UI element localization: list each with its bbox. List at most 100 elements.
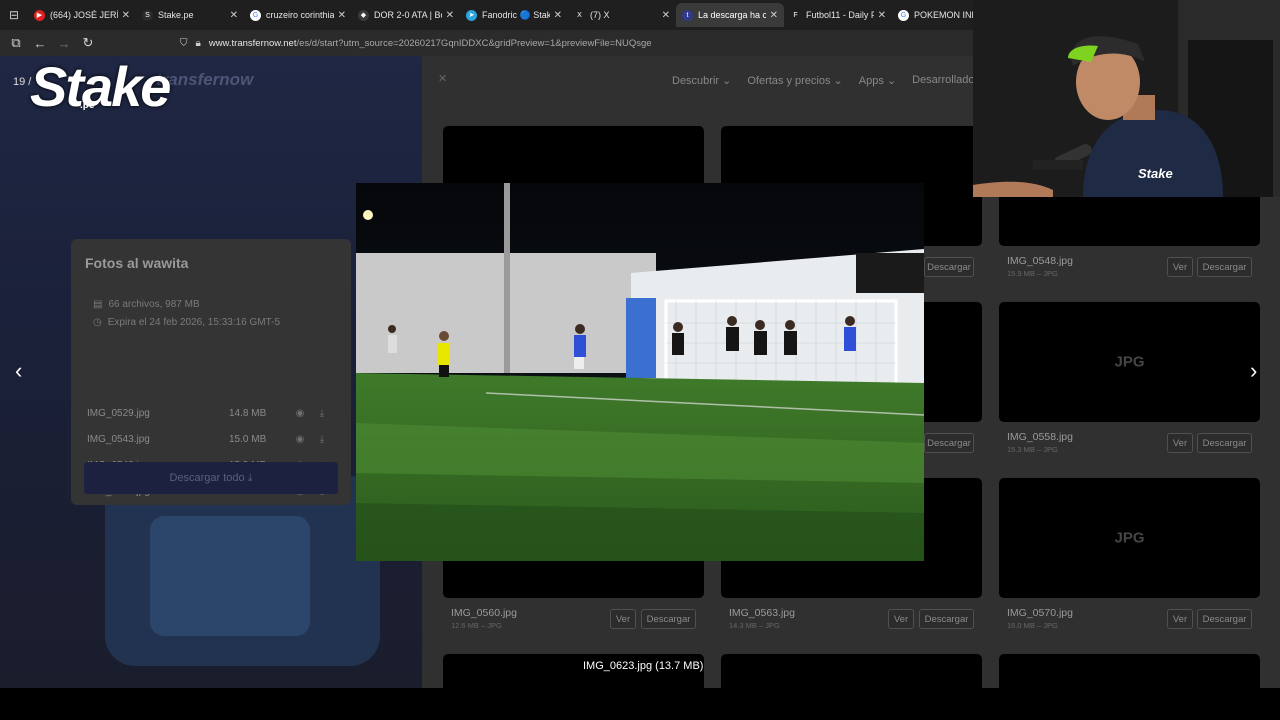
grid-file-meta: 15.3 MB – JPG (1007, 445, 1058, 454)
tab-close-icon[interactable]: ✕ (446, 10, 454, 21)
tab-close-icon[interactable]: ✕ (122, 10, 130, 21)
browser-tab[interactable]: ➤ Fanodric 🔵 Stak ✕ (460, 3, 568, 27)
grid-file-meta: 16.0 MB – JPG (1007, 621, 1058, 630)
view-button[interactable]: Ver (888, 609, 914, 629)
download-icon[interactable]: ⤓ (311, 408, 333, 419)
thumbnail[interactable]: JPG (999, 478, 1260, 598)
preview-eye-icon[interactable]: ◉ (289, 434, 311, 445)
url-field[interactable]: ⛉ 🔒︎ www.transfernow.net /es/d/start?utm… (180, 34, 652, 52)
forward-icon[interactable]: → (52, 36, 76, 51)
browser-tab[interactable]: X (7) X ✕ (568, 3, 676, 27)
grid-file-meta: 12.6 MB – JPG (451, 621, 502, 630)
download-button[interactable]: Descargar (1197, 609, 1252, 629)
view-button[interactable]: Ver (1167, 433, 1193, 453)
download-button[interactable]: Descargar (919, 609, 974, 629)
tab-favicon-icon: ➤ (466, 9, 477, 21)
bottom-bar (0, 688, 1280, 720)
tab-close-icon[interactable]: ✕ (338, 10, 346, 21)
tab-search-icon[interactable]: ⊟ (0, 0, 28, 30)
download-button[interactable]: Descargar (1197, 257, 1252, 277)
expiry: ◷ Expira el 24 feb 2026, 15:33:16 GMT-5 (93, 317, 280, 328)
expiry-text: Expira el 24 feb 2026, 15:33:16 GMT-5 (107, 317, 281, 328)
view-button[interactable]: Ver (1167, 609, 1193, 629)
thumbnail[interactable] (721, 654, 982, 688)
tab-close-icon[interactable]: ✕ (554, 10, 562, 21)
image-counter: 19 / (13, 76, 32, 88)
shield-icon[interactable]: ⛉ (180, 38, 188, 49)
download-button[interactable]: Descargar (641, 609, 696, 629)
brand-logo[interactable]: transfernow (156, 70, 253, 90)
browser-tab[interactable]: ▶ (664) JOSÉ JERÍ YA T ✕ (28, 3, 136, 27)
tab-close-icon[interactable]: ✕ (770, 10, 778, 21)
tab-close-icon[interactable]: ✕ (662, 10, 670, 21)
file-name: IMG_0543.jpg (87, 433, 150, 445)
download-icon[interactable]: ⤓ (311, 434, 333, 445)
grid-file-name: IMG_0563.jpg (729, 607, 795, 619)
thumbnail[interactable]: JPG (999, 302, 1260, 422)
browser-tab[interactable]: Gcruzeiro corinthians ✕ (244, 3, 352, 27)
close-icon[interactable]: ✕ (438, 72, 447, 85)
download-button[interactable]: Descargar (924, 257, 974, 277)
tab-title: Stake.pe (158, 10, 194, 20)
tab-close-icon[interactable]: ✕ (878, 10, 886, 21)
reload-icon[interactable]: ↻ (76, 35, 100, 51)
download-all-button[interactable]: Descargar todo ⤓ (84, 462, 338, 494)
lock-icon[interactable]: 🔒︎ (196, 38, 201, 49)
svg-text:Stake: Stake (1138, 166, 1173, 181)
sidebar-toggle-icon[interactable]: ⧉ (4, 35, 28, 51)
browser-tab[interactable]: t La descarga ha com ✕ (676, 3, 784, 27)
download-button[interactable]: Descargar (1197, 433, 1252, 453)
tab-title: Fanodric 🔵 Stak (482, 9, 550, 20)
tab-title: Futbol11 - Daily Foo (806, 10, 874, 20)
browser-tab[interactable]: S Stake.pe ✕ (136, 3, 244, 27)
grid-item-info: IMG_0563.jpg 14.3 MB – JPG (729, 607, 795, 630)
browser-tab[interactable]: F Futbol11 - Daily Foo ✕ (784, 3, 892, 27)
webcam-overlay: Stake (973, 0, 1280, 197)
decorative-box-inner (150, 516, 310, 636)
tab-favicon-icon: t (682, 9, 693, 21)
tab-title: (7) X (590, 10, 610, 20)
file-row: IMG_0543.jpg 15.0 MB ◉ ⤓ (87, 429, 333, 449)
tab-title: La descarga ha com (698, 10, 766, 20)
files-icon: ▤ (93, 299, 103, 310)
site-nav-item[interactable]: Ofertas y precios ⌄ (747, 74, 842, 87)
streamer-webcam-illustration: Stake (973, 0, 1280, 197)
view-button[interactable]: Ver (1167, 257, 1193, 277)
thumbnail[interactable] (999, 654, 1260, 688)
grid-file-name: IMG_0560.jpg (451, 607, 517, 619)
grid-file-meta: 15.9 MB – JPG (1007, 269, 1058, 278)
grid-file-name: IMG_0570.jpg (1007, 607, 1073, 619)
transfer-title: Fotos al wawita (85, 255, 189, 271)
file-size: 14.8 MB (229, 407, 267, 419)
tab-close-icon[interactable]: ✕ (230, 10, 238, 21)
url-host: www.transfernow.net (208, 37, 297, 49)
clock-icon: ◷ (93, 317, 102, 328)
grid-item-info: IMG_0560.jpg 12.6 MB – JPG (451, 607, 517, 630)
site-nav-item[interactable]: Apps ⌄ (859, 74, 896, 87)
back-icon[interactable]: ← (28, 36, 52, 51)
site-nav-item[interactable]: Descubrir ⌄ (672, 74, 731, 87)
grid-file-meta: 14.3 MB – JPG (729, 621, 780, 630)
tab-favicon-icon: ▶ (34, 9, 45, 21)
tab-favicon-icon: G (898, 9, 909, 21)
tab-favicon-icon: S (142, 9, 153, 21)
preview-photo (356, 183, 924, 561)
football-photo-illustration (356, 183, 924, 561)
grid-item-info: IMG_0570.jpg 16.0 MB – JPG (1007, 607, 1073, 630)
grid-file-name: IMG_0558.jpg (1007, 431, 1073, 443)
jpg-placeholder: JPG (1114, 529, 1145, 547)
site-nav: Descubrir ⌄ Ofertas y precios ⌄ Apps ⌄ Desa… (672, 74, 990, 87)
download-button[interactable]: Descargar (924, 433, 974, 453)
grid-file-name: IMG_0548.jpg (1007, 255, 1073, 267)
prev-arrow-icon[interactable]: ‹ (15, 358, 22, 384)
next-arrow-icon[interactable]: › (1250, 358, 1257, 384)
preview-eye-icon[interactable]: ◉ (289, 408, 311, 419)
view-button[interactable]: Ver (610, 609, 636, 629)
grid-item-info: IMG_0558.jpg 15.3 MB – JPG (1007, 431, 1073, 454)
url-path: /es/d/start?utm_source=20260217GqnIDDXC&… (296, 37, 652, 49)
jpg-placeholder: JPG (1114, 353, 1145, 371)
file-row: IMG_0529.jpg 14.8 MB ◉ ⤓ (87, 403, 333, 423)
browser-tab[interactable]: ◆ DOR 2-0 ATA | Boru ✕ (352, 3, 460, 27)
tab-favicon-icon: X (574, 9, 585, 21)
files-count: ▤ 66 archivos, 987 MB (93, 299, 200, 310)
